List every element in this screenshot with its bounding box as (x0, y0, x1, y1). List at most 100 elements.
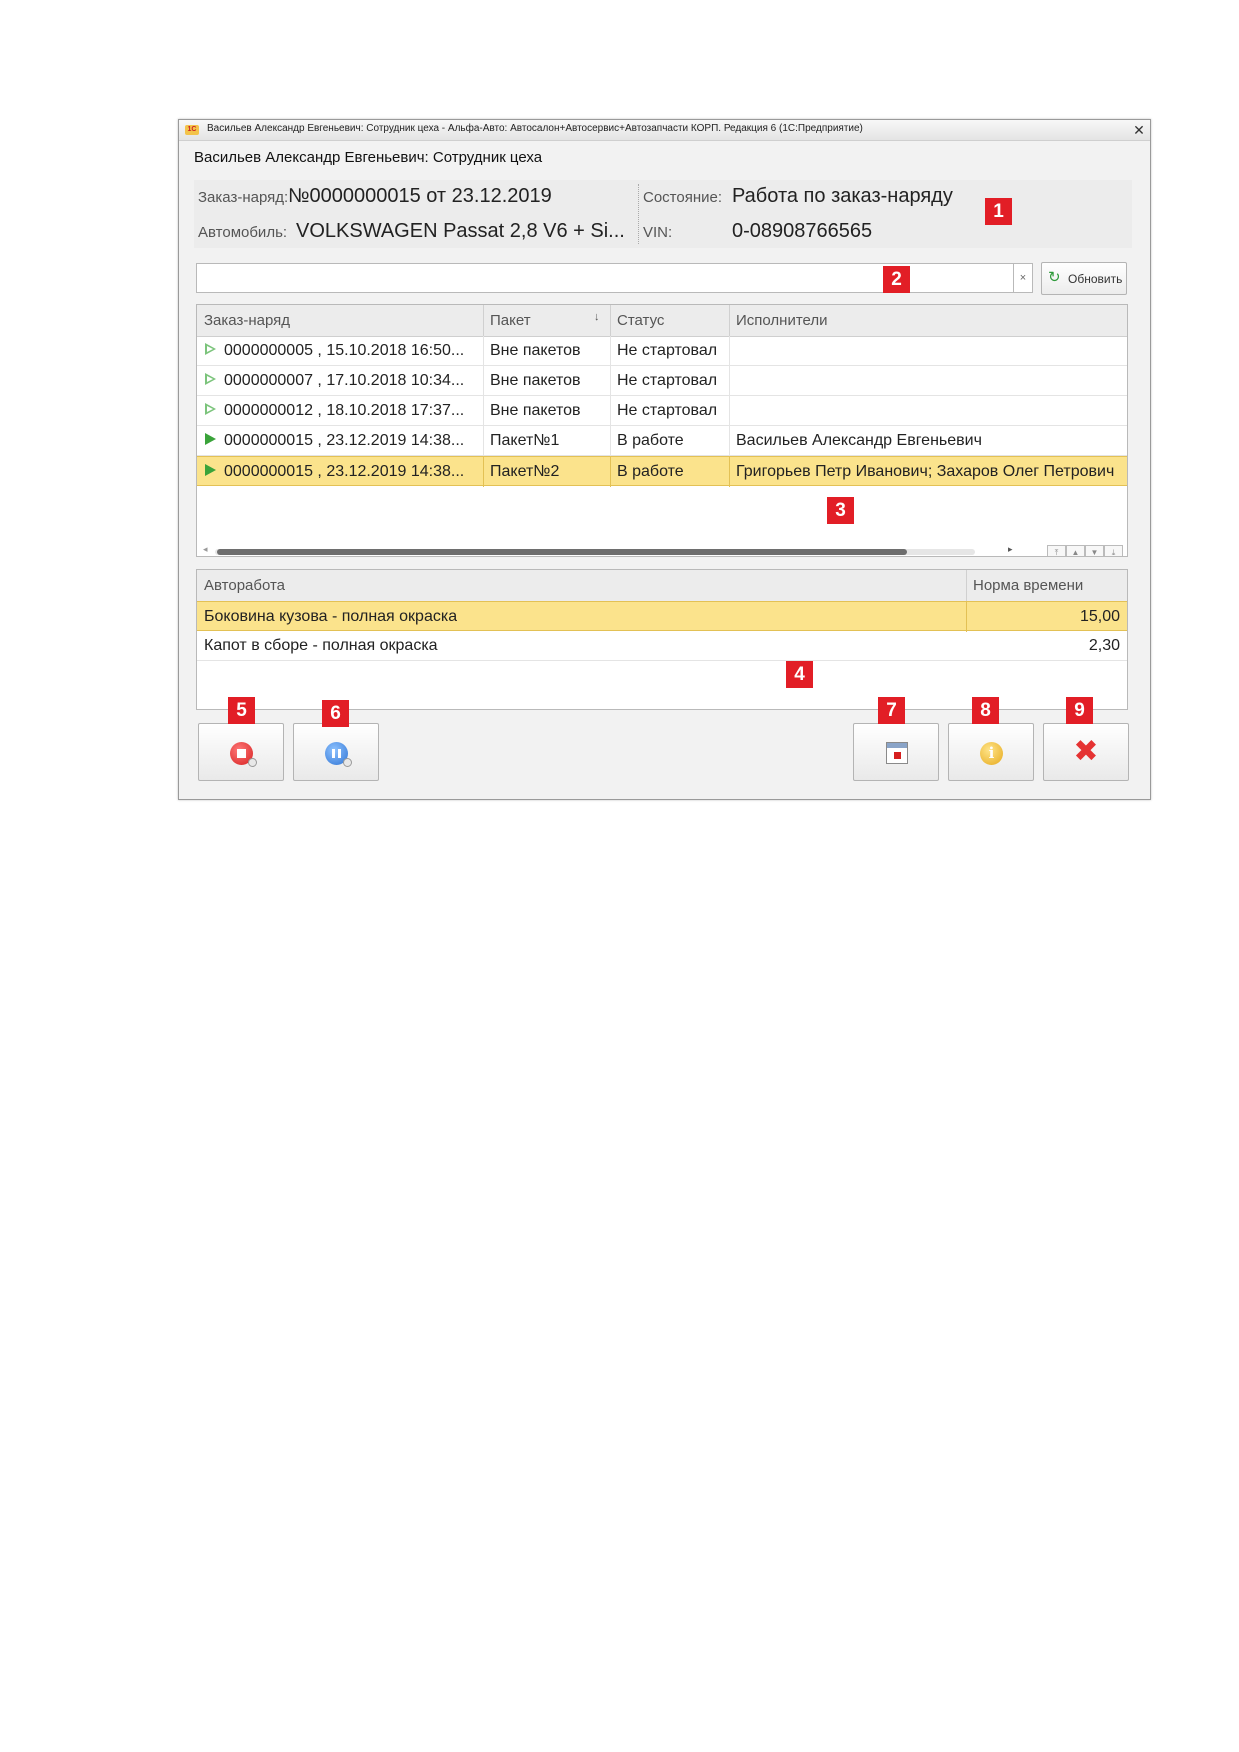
scroll-left-icon[interactable]: ◂ (203, 544, 208, 555)
cell-divider (483, 457, 484, 487)
app-logo-icon: 1С (185, 125, 199, 135)
cell-divider (610, 336, 611, 366)
packet-cell: Вне пакетов (490, 372, 581, 389)
stop-button[interactable] (198, 723, 284, 781)
order-label: Заказ-наряд: (198, 189, 289, 206)
state-value: Работа по заказ-наряду (732, 185, 953, 207)
col-status[interactable]: Статус (617, 312, 664, 329)
window-title: Васильев Александр Евгеньевич: Сотрудник… (207, 123, 863, 134)
col-order[interactable]: Заказ-наряд (204, 312, 290, 329)
table-row[interactable]: 0000000015 , 23.12.2019 14:38... Пакет№1… (197, 426, 1127, 456)
orders-table-header: Заказ-наряд Пакет ↓ Статус Исполнители (197, 305, 1127, 337)
table-row[interactable]: Капот в сборе - полная окраска 2,30 (197, 631, 1127, 661)
packet-cell: Пакет№2 (490, 463, 560, 480)
work-cell: Боковина кузова - полная окраска (204, 608, 458, 625)
window-close-icon[interactable]: ✕ (1130, 121, 1148, 139)
next-row-icon[interactable]: ▼ (1085, 545, 1104, 556)
calendar-button[interactable] (853, 723, 939, 781)
table-row-selected[interactable]: Боковина кузова - полная окраска 15,00 (197, 601, 1127, 632)
annotation-badge-2: 2 (883, 266, 910, 293)
prev-row-icon[interactable]: ▲ (1066, 545, 1085, 556)
play-filled-icon (205, 433, 216, 445)
order-cell: 0000000012 , 18.10.2018 17:37... (224, 402, 465, 419)
scrollbar-thumb[interactable] (217, 549, 907, 555)
close-icon: ✖ (1073, 735, 1099, 768)
header-divider (638, 184, 639, 244)
table-row[interactable]: 0000000005 , 15.10.2018 16:50... Вне пак… (197, 336, 1127, 366)
executors-cell: Васильев Александр Евгеньевич (736, 432, 982, 449)
packet-cell: Вне пакетов (490, 342, 581, 359)
vin-value: 0-08908766565 (732, 220, 873, 242)
status-cell: В работе (617, 432, 684, 449)
order-cell: 0000000015 , 23.12.2019 14:38... (224, 463, 465, 480)
play-outline-icon (205, 373, 216, 385)
pause-circle-icon (325, 742, 352, 767)
annotation-badge-6: 6 (322, 700, 349, 727)
pause-button[interactable] (293, 723, 379, 781)
packet-cell: Пакет№1 (490, 432, 560, 449)
last-row-icon[interactable]: ⤓ (1104, 545, 1123, 556)
order-cell: 0000000005 , 15.10.2018 16:50... (224, 342, 465, 359)
play-filled-icon (205, 464, 216, 476)
status-cell: Не стартовал (617, 402, 718, 419)
executors-cell: Григорьев Петр Иванович; Захаров Олег Пе… (736, 463, 1115, 480)
col-divider (483, 305, 484, 336)
refresh-label: Обновить (1068, 272, 1123, 286)
state-label: Состояние: (643, 189, 723, 206)
info-button[interactable]: i (948, 723, 1034, 781)
norm-cell: 15,00 (1079, 608, 1120, 625)
col-divider (729, 305, 730, 336)
annotation-badge-5: 5 (228, 697, 255, 724)
stop-circle-icon (230, 742, 257, 767)
packet-cell: Вне пакетов (490, 402, 581, 419)
annotation-badge-9: 9 (1066, 697, 1093, 724)
table-row[interactable]: 0000000012 , 18.10.2018 17:37... Вне пак… (197, 396, 1127, 426)
annotation-badge-1: 1 (985, 198, 1012, 225)
first-row-icon[interactable]: ⤒ (1047, 545, 1066, 556)
play-outline-icon (205, 403, 216, 415)
annotation-badge-7: 7 (878, 697, 905, 724)
works-table-header: Авторабота Норма времени (197, 570, 1127, 602)
cell-divider (729, 426, 730, 456)
search-clear-icon[interactable]: × (1014, 263, 1033, 293)
col-work[interactable]: Авторабота (204, 577, 285, 594)
cell-divider (729, 457, 730, 487)
table-row[interactable]: 0000000007 , 17.10.2018 10:34... Вне пак… (197, 366, 1127, 396)
orders-table[interactable]: Заказ-наряд Пакет ↓ Статус Исполнители 0… (196, 304, 1128, 557)
status-cell: В работе (617, 463, 684, 480)
status-cell: Не стартовал (617, 372, 718, 389)
works-table[interactable]: Авторабота Норма времени Боковина кузова… (196, 569, 1128, 710)
table-row-selected[interactable]: 0000000015 , 23.12.2019 14:38... Пакет№2… (197, 456, 1127, 487)
calendar-icon (886, 742, 908, 764)
status-cell: Не стартовал (617, 342, 718, 359)
cell-divider (483, 396, 484, 426)
cell-divider (610, 426, 611, 456)
col-divider (966, 570, 967, 601)
cell-divider (966, 602, 967, 632)
close-button[interactable]: ✖ (1043, 723, 1129, 781)
title-bar: 1С Васильев Александр Евгеньевич: Сотруд… (179, 120, 1150, 141)
norm-cell: 2,30 (1088, 637, 1120, 654)
refresh-icon: ↻ (1048, 269, 1061, 286)
cell-divider (729, 336, 730, 366)
annotation-badge-4: 4 (786, 661, 813, 688)
cell-divider (483, 336, 484, 366)
cell-divider (483, 366, 484, 396)
scroll-right-icon[interactable]: ▸ (1008, 544, 1013, 555)
col-packet[interactable]: Пакет (490, 312, 531, 329)
annotation-badge-3: 3 (827, 497, 854, 524)
sort-arrow-icon: ↓ (594, 311, 600, 323)
car-value[interactable]: VOLKSWAGEN Passat 2,8 V6 + Si... (296, 220, 625, 243)
cell-divider (483, 426, 484, 456)
form-title: Васильев Александр Евгеньевич: Сотрудник… (194, 149, 543, 166)
col-norm[interactable]: Норма времени (973, 577, 1083, 594)
order-value[interactable]: №0000000015 от 23.12.2019 (288, 185, 552, 208)
refresh-button[interactable]: ↻ Обновить (1041, 262, 1127, 295)
play-outline-icon (205, 343, 216, 355)
col-divider (610, 305, 611, 336)
cell-divider (729, 396, 730, 426)
cell-divider (610, 396, 611, 426)
order-cell: 0000000007 , 17.10.2018 10:34... (224, 372, 465, 389)
col-executors[interactable]: Исполнители (736, 312, 828, 329)
car-label: Автомобиль: (198, 224, 288, 241)
